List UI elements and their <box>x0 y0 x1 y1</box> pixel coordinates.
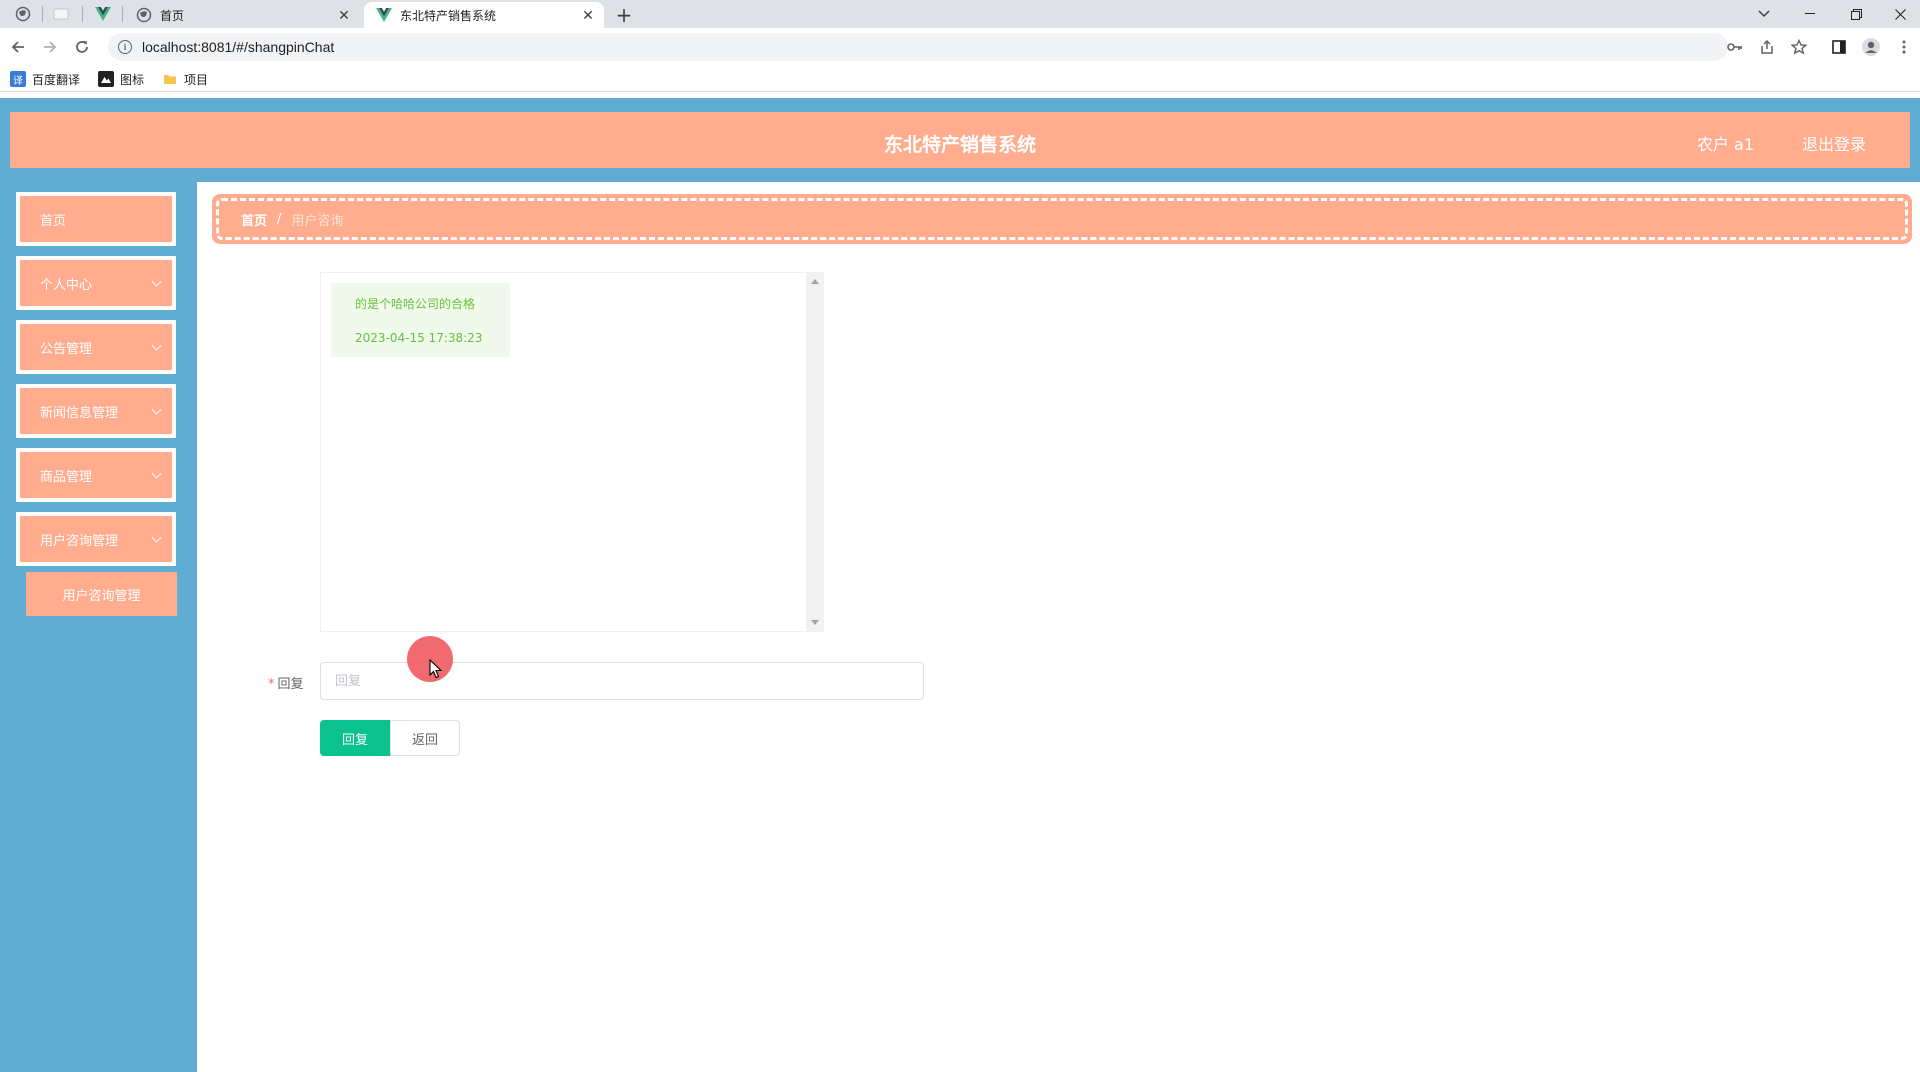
sidebar-item-label: 商品管理 <box>40 469 93 485</box>
message-text: 的是个哈哈公司的合格 <box>355 297 476 311</box>
chat-message-panel[interactable]: 的是个哈哈公司的合格 2023-04-15 17:38:23 <box>320 272 824 632</box>
breadcrumb-current: 用户咨询 <box>291 213 344 229</box>
bookmark-star-icon[interactable] <box>1789 37 1809 57</box>
app-title: 东北特产销售系统 <box>883 134 1036 156</box>
tab-active-system[interactable]: 东北特产销售系统 ✕ <box>364 2 604 28</box>
logout-link[interactable]: 退出登录 <box>1802 131 1866 155</box>
reply-field-label: * 回复 <box>268 673 304 692</box>
reload-icon[interactable] <box>70 35 94 59</box>
side-panel-icon[interactable] <box>1829 37 1849 57</box>
sidebar-item-label: 首页 <box>40 213 67 229</box>
url-text: localhost:8081/#/shangpinChat <box>142 39 335 55</box>
folder-icon <box>162 71 178 87</box>
sidebar-item-home[interactable]: 首页 <box>16 192 176 246</box>
bookmark-label: 百度翻译 <box>32 72 81 87</box>
bookmark-baidu-translate[interactable]: 译 百度翻译 <box>10 70 80 88</box>
mouse-pointer-icon <box>429 659 443 679</box>
restore-icon[interactable] <box>1834 0 1878 28</box>
chevron-down-icon <box>151 276 162 287</box>
sidebar-item-products[interactable]: 商品管理 <box>16 448 176 502</box>
back-arrow-icon[interactable] <box>6 35 30 59</box>
chevron-down-icon <box>151 532 162 543</box>
message-timestamp: 2023-04-15 17:38:23 <box>355 331 483 345</box>
reply-button[interactable]: 回复 <box>320 720 390 756</box>
site-info-icon[interactable]: i <box>118 40 132 54</box>
close-tab-icon[interactable]: ✕ <box>334 5 354 25</box>
browser-menu-icon[interactable] <box>1894 37 1914 57</box>
pinned-tab-globe-icon[interactable] <box>10 2 36 26</box>
app-root: 东北特产销售系统 农户 a1 退出登录 首页 个人中心 公告管理 新闻信息管理 … <box>0 98 1920 1072</box>
url-field[interactable]: i localhost:8081/#/shangpinChat <box>108 33 1728 61</box>
minimize-icon[interactable] <box>1788 0 1832 28</box>
tab-title: 首页 <box>160 8 185 23</box>
bookmark-project-folder[interactable]: 项目 <box>162 70 208 88</box>
current-user-label: 农户 a1 <box>1696 135 1754 154</box>
pinned-tab-blank-icon[interactable] <box>48 2 74 26</box>
chat-message: 的是个哈哈公司的合格 2023-04-15 17:38:23 <box>331 283 510 357</box>
translate-icon: 译 <box>10 71 26 87</box>
browser-tab-bar: 首页 ✕ 东北特产销售系统 ✕ + <box>0 0 1920 28</box>
sidebar-item-consultations[interactable]: 用户咨询管理 <box>16 512 176 566</box>
submenu-item-consultations[interactable]: 用户咨询管理 <box>26 572 177 616</box>
chat-scrollbar[interactable] <box>806 273 823 631</box>
key-icon[interactable] <box>1725 37 1745 57</box>
breadcrumb-home-link[interactable]: 首页 <box>241 210 267 229</box>
chevron-down-icon <box>151 340 162 351</box>
new-tab-button[interactable]: + <box>612 3 636 27</box>
breadcrumb: 首页 / 用户咨询 <box>212 194 1912 244</box>
chevron-down-icon <box>151 404 162 415</box>
sidebar-item-label: 用户咨询管理 <box>40 533 119 549</box>
sidebar-item-label: 个人中心 <box>40 277 93 293</box>
sidebar-item-announcements[interactable]: 公告管理 <box>16 320 176 374</box>
address-bar-row: i localhost:8081/#/shangpinChat <box>0 28 1920 66</box>
required-asterisk: * <box>268 677 275 692</box>
sidebar-item-personal-center[interactable]: 个人中心 <box>16 256 176 310</box>
close-window-icon[interactable] <box>1880 0 1920 28</box>
sidebar-menu: 首页 个人中心 公告管理 新闻信息管理 商品管理 用户咨询管理 用户咨询管理 <box>0 182 197 1072</box>
close-tab-icon[interactable]: ✕ <box>578 5 598 25</box>
bookmarks-bar: 译 百度翻译 图标 项目 <box>0 66 1920 92</box>
forward-arrow-icon[interactable] <box>38 35 62 59</box>
sidebar-item-label: 公告管理 <box>40 341 93 357</box>
reply-label-text: 回复 <box>277 677 304 692</box>
chevron-down-icon <box>151 468 162 479</box>
app-header: 东北特产销售系统 农户 a1 退出登录 <box>0 98 1920 182</box>
bookmark-icons[interactable]: 图标 <box>98 70 144 88</box>
scroll-up-arrow-icon[interactable] <box>811 279 819 284</box>
share-icon[interactable] <box>1757 37 1777 57</box>
bookmark-label: 项目 <box>184 72 209 87</box>
scroll-down-arrow-icon[interactable] <box>811 620 819 625</box>
tab-home[interactable]: 首页 ✕ <box>124 2 360 28</box>
pinned-tab-vue-icon[interactable] <box>90 2 116 26</box>
sidebar-item-news[interactable]: 新闻信息管理 <box>16 384 176 438</box>
profile-avatar-icon[interactable] <box>1861 37 1881 57</box>
sidebar-item-label: 新闻信息管理 <box>40 405 119 421</box>
header-banner: 东北特产销售系统 农户 a1 退出登录 <box>6 108 1914 172</box>
globe-icon <box>136 7 152 23</box>
vue-icon <box>376 7 392 23</box>
tab-search-chevron-icon[interactable] <box>1742 0 1786 28</box>
bookmark-label: 图标 <box>120 72 145 87</box>
breadcrumb-separator: / <box>277 211 282 227</box>
submenu-item-label: 用户咨询管理 <box>62 588 141 604</box>
iconfont-icon <box>98 71 114 87</box>
tab-title: 东北特产销售系统 <box>400 8 497 23</box>
back-button[interactable]: 返回 <box>390 720 460 756</box>
